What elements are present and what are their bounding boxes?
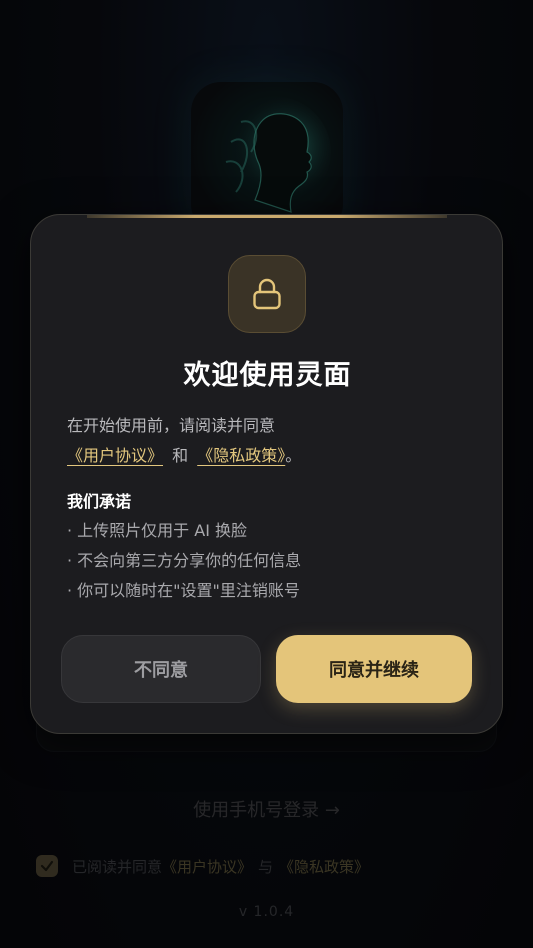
promise-item: · 你可以随时在"设置"里注销账号: [67, 581, 300, 600]
lock-icon: [253, 278, 281, 310]
and-text: 和: [172, 446, 189, 465]
agree-continue-button[interactable]: 同意并继续: [276, 635, 472, 703]
promise-title: 我们承诺: [67, 492, 132, 511]
dialog-intro: 在开始使用前，请阅读并同意 《用户协议》 和 《隐私政策》。: [67, 411, 467, 471]
dialog-title: 欢迎使用灵面: [183, 360, 352, 391]
intro-line: 在开始使用前，请阅读并同意: [67, 416, 276, 435]
promise-list: · 上传照片仅用于 AI 换脸 · 不会向第三方分享你的任何信息 · 你可以随时…: [67, 516, 301, 606]
intro-period: 。: [285, 446, 302, 465]
promise-item: · 不会向第三方分享你的任何信息: [67, 551, 302, 570]
consent-dialog: 欢迎使用灵面 在开始使用前，请阅读并同意 《用户协议》 和 《隐私政策》。 我们…: [30, 214, 503, 734]
dialog-accent-line: [87, 215, 447, 218]
privacy-policy-link[interactable]: 《隐私政策》: [197, 446, 285, 465]
user-agreement-link[interactable]: 《用户协议》: [67, 446, 163, 465]
lock-badge: [228, 255, 306, 333]
disagree-button[interactable]: 不同意: [61, 635, 261, 703]
promise-item: · 上传照片仅用于 AI 换脸: [67, 521, 248, 540]
